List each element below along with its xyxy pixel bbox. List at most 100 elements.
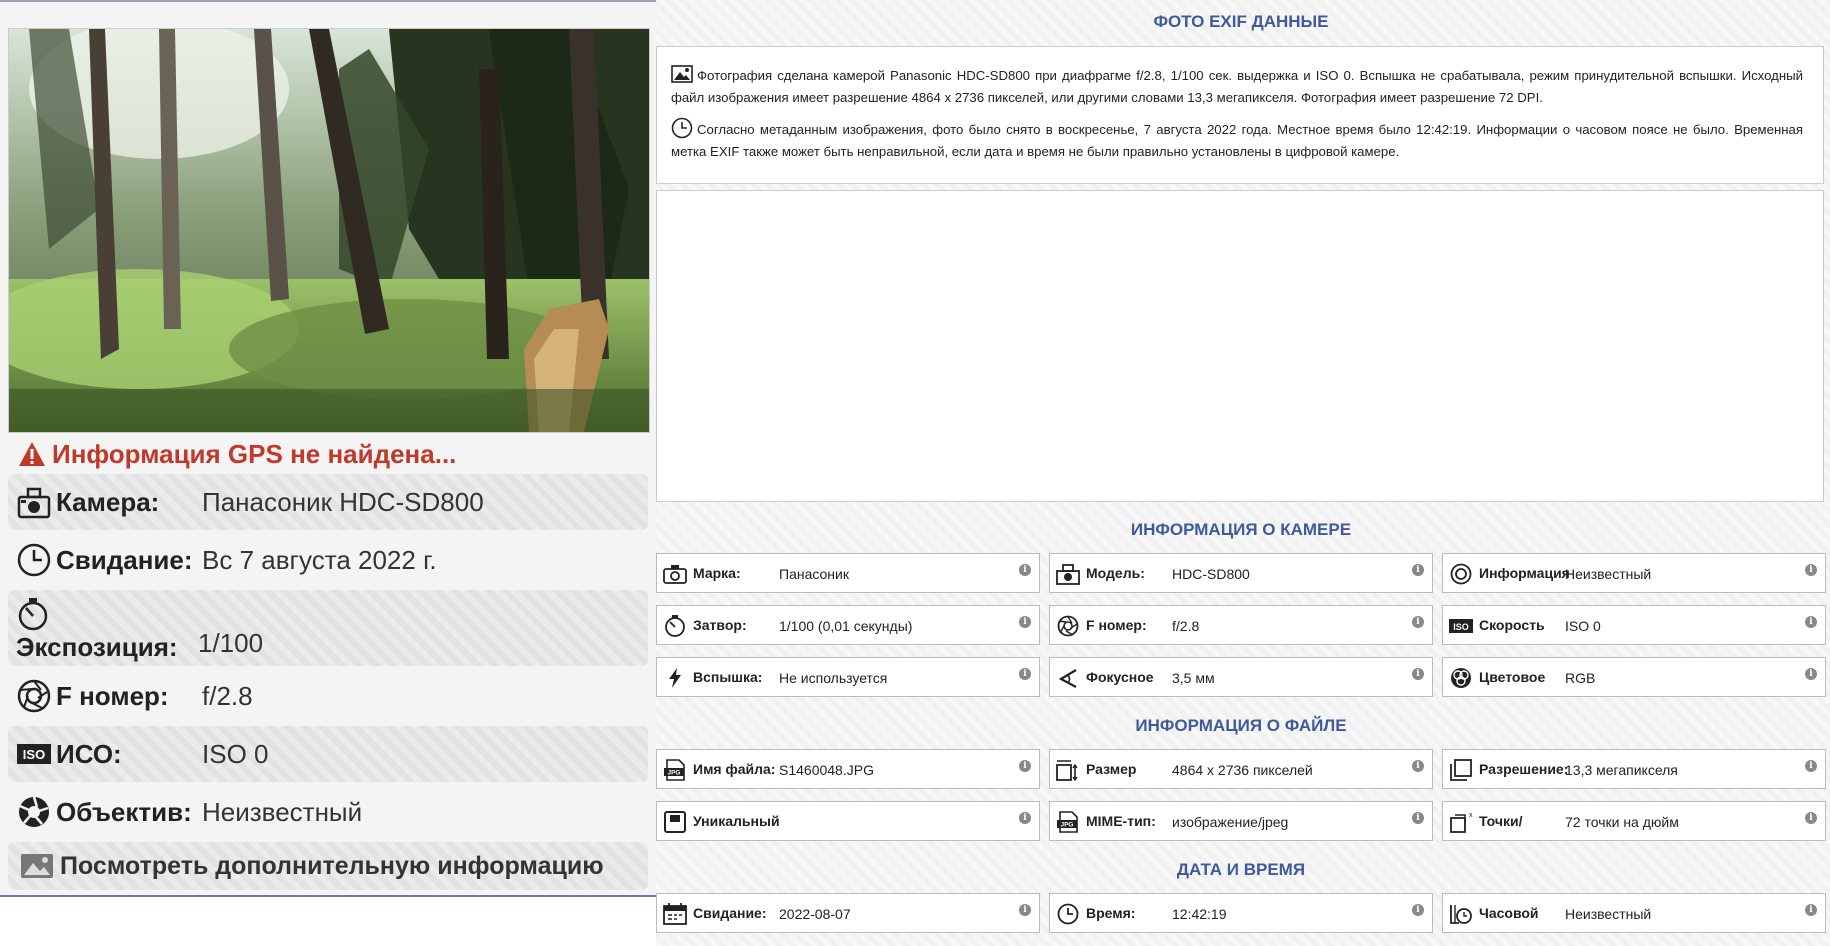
flash-label: Вспышка: <box>693 669 763 685</box>
info-icon[interactable]: i <box>1805 668 1817 680</box>
date-label: Свидание: <box>56 544 193 575</box>
info-icon[interactable]: i <box>1412 760 1424 772</box>
time-label: Время: <box>1086 905 1136 921</box>
dpi-cell: x Точки/ 72 точки на дюйм i <box>1442 801 1826 841</box>
time-cell: Время: 12:42:19 i <box>1049 893 1433 933</box>
info-icon[interactable]: i <box>1412 904 1424 916</box>
fnumber-value: f/2.8 <box>202 680 253 711</box>
info-icon[interactable]: i <box>1412 812 1424 824</box>
filename-cell: JPG Имя файла: S1460048.JPG i <box>656 749 1040 789</box>
timezone-value: Неизвестный <box>1565 906 1652 922</box>
lens-label: Объектив: <box>56 796 192 827</box>
forest-photo <box>9 29 649 432</box>
info-icon[interactable]: i <box>1805 616 1817 628</box>
camera-model-label: Модель: <box>1086 565 1145 581</box>
datetime-section-title: ДАТА И ВРЕМЯ <box>1176 860 1306 879</box>
camera-make-icon <box>663 565 687 584</box>
fnumber-row: F номер: f/2.8 <box>8 668 648 724</box>
info-icon[interactable]: i <box>1019 904 1031 916</box>
warning-icon <box>19 442 45 466</box>
summary-text-2: Согласно метаданным изображения, фото бы… <box>671 122 1803 159</box>
fnumber-label: F номер: <box>1086 617 1147 633</box>
svg-text:ISO: ISO <box>1453 622 1469 632</box>
dpi-value: 72 точки на дюйм <box>1565 814 1679 830</box>
flash-icon <box>669 668 681 688</box>
info-icon[interactable]: i <box>1412 668 1424 680</box>
gps-warning-text: Информация GPS не найдена... <box>52 438 457 469</box>
mime-type-value: изображение/jpeg <box>1172 814 1289 830</box>
camera-icon <box>17 487 51 519</box>
exif-panel: ФОТО EXIF ДАННЫЕ Фотография сделана каме… <box>656 0 1830 946</box>
info-icon[interactable]: i <box>1805 812 1817 824</box>
fnumber-label: F номер: <box>56 680 169 711</box>
color-space-cell: Цветовое RGB i <box>1442 657 1826 697</box>
resolution-label: Разрешение: <box>1479 761 1569 777</box>
focal-length-value: 3,5 мм <box>1172 670 1215 686</box>
resolution-icon <box>1450 759 1472 781</box>
shutter-icon <box>665 615 685 637</box>
iso-label: ИСО: <box>56 738 122 769</box>
time-value: 12:42:19 <box>1172 906 1227 922</box>
info-icon[interactable]: i <box>1019 616 1031 628</box>
summary-paragraph-2: Согласно метаданным изображения, фото бы… <box>671 117 1803 162</box>
timezone-label: Часовой <box>1479 905 1539 921</box>
camera-model-icon <box>1056 564 1080 585</box>
filename-label: Имя файла: <box>693 761 776 777</box>
fnumber-value: f/2.8 <box>1172 618 1200 634</box>
aperture-icon <box>1057 615 1079 637</box>
lens-row: Объектив: Неизвестный <box>8 784 648 840</box>
summary-text-1: Фотография сделана камерой Panasonic HDC… <box>671 68 1803 105</box>
camera-value: Панасоник HDC-SD800 <box>202 486 484 517</box>
iso-value: ISO 0 <box>202 738 269 769</box>
date-row: Свидание: Вс 7 августа 2022 г. <box>8 532 648 588</box>
focal-length-cell: Фокусное 3,5 мм i <box>1049 657 1433 697</box>
info-icon[interactable]: i <box>1805 760 1817 772</box>
lens-icon <box>19 796 49 827</box>
exif-title: ФОТО EXIF ДАННЫЕ <box>1153 12 1329 31</box>
lens-value: Неизвестный <box>202 796 363 827</box>
image-size-cell: Размер изображения: 4864 x 2736 пикселей… <box>1049 749 1433 789</box>
color-space-label: Цветовое <box>1479 669 1546 685</box>
image-size-label: Размер изображения: <box>1086 761 1182 788</box>
info-icon[interactable]: i <box>1412 616 1424 628</box>
photo-preview[interactable] <box>8 28 650 433</box>
camera-model-value: HDC-SD800 <box>1172 566 1250 582</box>
iso-icon: ISO <box>17 744 51 764</box>
color-space-icon <box>1451 668 1471 688</box>
unique-id-icon <box>664 811 686 833</box>
mime-type-icon: JPG <box>1057 811 1078 833</box>
info-icon[interactable]: i <box>1019 668 1031 680</box>
camera-make-cell: Марка: Панасоник i <box>656 553 1040 593</box>
dpi-icon: x <box>1450 812 1473 833</box>
calendar-icon <box>663 903 687 925</box>
info-icon[interactable]: i <box>1805 904 1817 916</box>
timezone-cell: Часовой Неизвестный i <box>1442 893 1826 933</box>
info-icon[interactable]: i <box>1412 564 1424 576</box>
exposure-label: Экспозиция: <box>16 632 178 662</box>
flash-value: Не используется <box>779 670 888 686</box>
focal-length-icon <box>1058 669 1077 688</box>
iso-speed-cell: ISO Скорость ISO: ISO 0 i <box>1442 605 1826 645</box>
image-size-icon <box>1056 760 1078 781</box>
mime-type-cell: JPG MIME-тип: изображение/jpeg i <box>1049 801 1433 841</box>
exif-summary: Фотография сделана камерой Panasonic HDC… <box>656 46 1824 184</box>
lens-info-icon <box>1450 563 1472 585</box>
clock-icon <box>1057 903 1079 925</box>
info-icon[interactable]: i <box>1019 812 1031 824</box>
info-icon[interactable]: i <box>1805 564 1817 576</box>
summary-rows: Камера: Панасоник HDC-SD800 Свидание: Вс… <box>8 474 648 890</box>
info-icon[interactable]: i <box>1019 760 1031 772</box>
date-value: 2022-08-07 <box>779 906 851 922</box>
more-info-link[interactable]: Посмотреть дополнительную информацию <box>8 842 648 890</box>
svg-text:JPG: JPG <box>667 770 680 777</box>
shutter-value: 1/100 (0,01 секунды) <box>779 618 913 634</box>
svg-text:ISO: ISO <box>23 747 45 762</box>
camera-label: Камера: <box>56 486 160 517</box>
date-label: Свидание: <box>693 905 767 921</box>
mime-type-label: MIME-тип: <box>1086 813 1156 829</box>
info-icon[interactable]: i <box>1019 564 1031 576</box>
filename-value: S1460048.JPG <box>779 762 874 778</box>
date-cell: Свидание: 2022-08-07 i <box>656 893 1040 933</box>
camera-row: Камера: Панасоник HDC-SD800 <box>8 474 648 530</box>
exposure-value: 1/100 <box>198 628 264 658</box>
